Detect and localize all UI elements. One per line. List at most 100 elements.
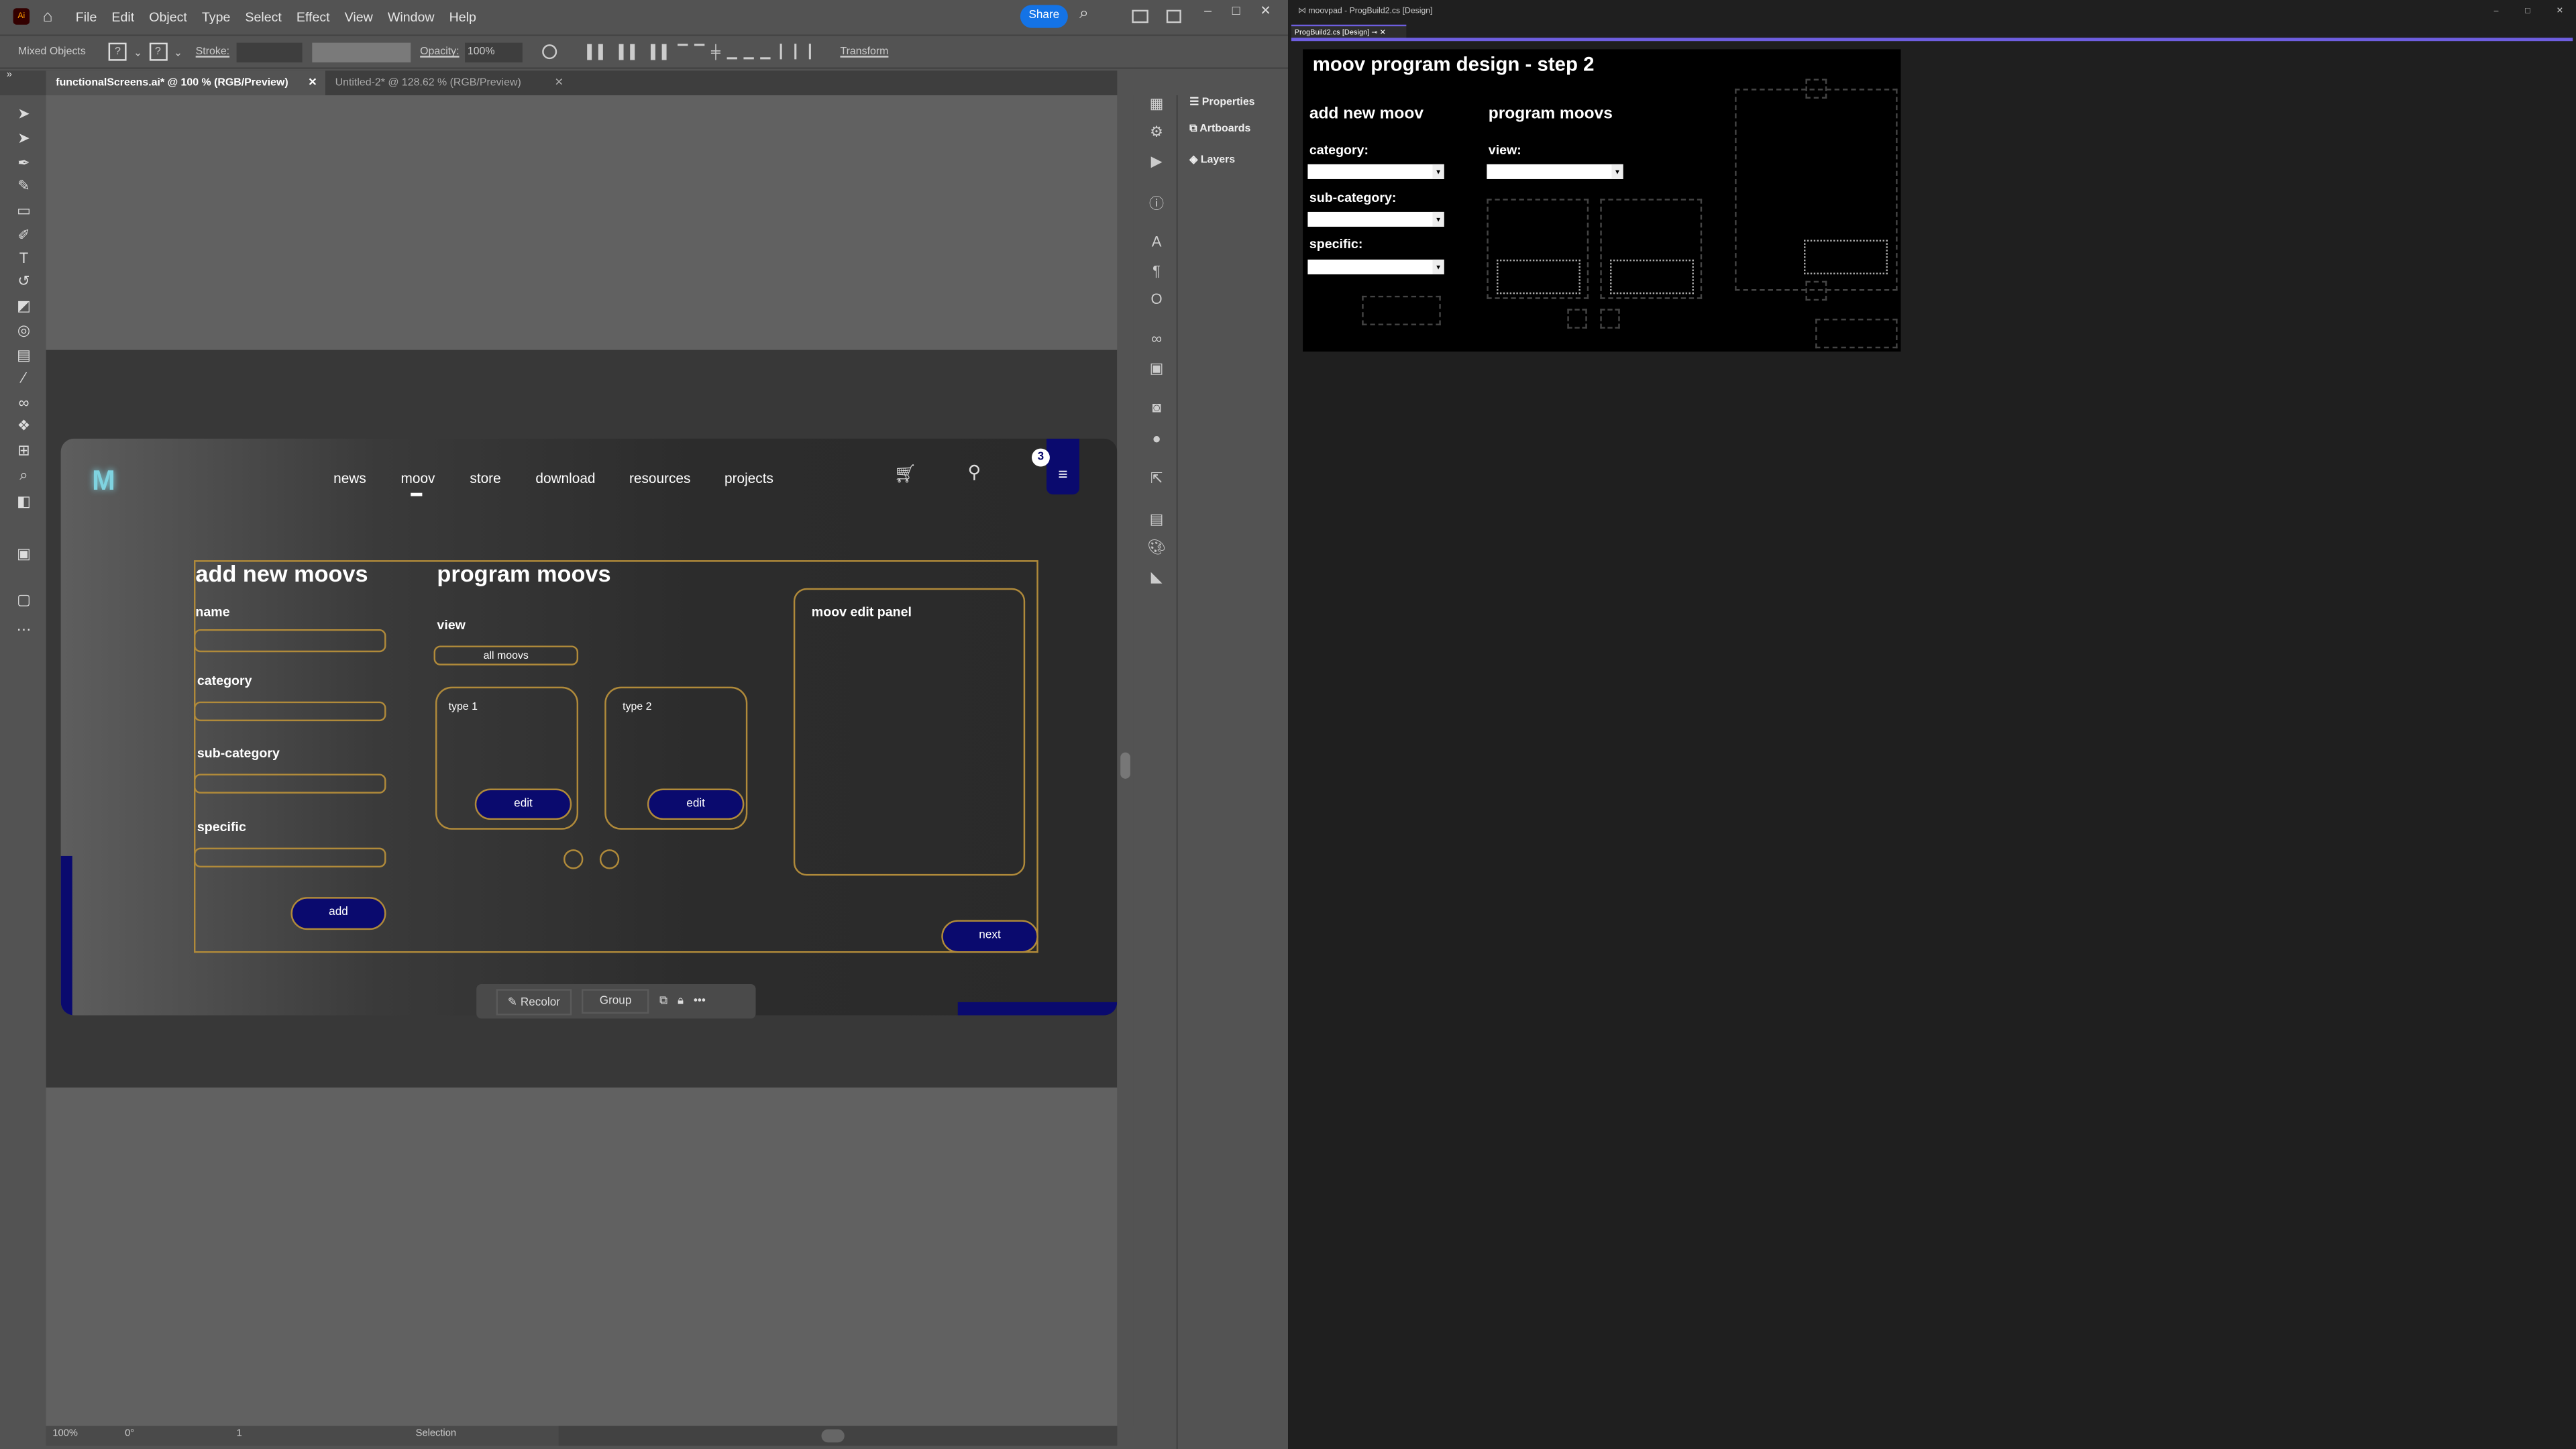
sub-category-dropdown[interactable] (193, 773, 386, 794)
vs-minimize-button[interactable]: – (2494, 0, 2499, 23)
appearance-icon[interactable]: ● (1146, 431, 1166, 447)
maximize-button[interactable]: □ (1232, 3, 1240, 18)
curvature-tool-icon[interactable]: ✎ (15, 177, 33, 193)
minimize-button[interactable]: – (1204, 3, 1212, 18)
play-icon[interactable]: ▶ (1146, 153, 1166, 171)
group-button[interactable]: Group (581, 989, 650, 1014)
prev-page-placeholder[interactable] (1567, 309, 1587, 329)
variable-width-dropdown[interactable] (311, 42, 411, 62)
add-button[interactable]: add (290, 897, 386, 930)
home-icon[interactable]: ⌂ (43, 7, 53, 25)
vs-close-button[interactable]: ✕ (2557, 0, 2563, 23)
designer-form[interactable]: moov program design - step 2 add new moo… (1303, 49, 1901, 352)
stroke-swatch[interactable]: ? (148, 42, 167, 61)
menu-file[interactable]: File (76, 9, 97, 23)
close-tab-icon[interactable]: ✕ (308, 70, 317, 95)
selection-tool-icon[interactable]: ➤ (15, 105, 33, 121)
opentype-icon[interactable]: O (1146, 290, 1166, 307)
menu-type[interactable]: Type (202, 9, 230, 23)
next-button-placeholder[interactable] (1815, 319, 1898, 349)
rectangle-tool-icon[interactable]: ▭ (15, 202, 33, 218)
canvas[interactable]: M news moov store download resources pro… (46, 95, 1118, 1426)
image-icon[interactable]: ▣ (1146, 360, 1166, 378)
more-tools-icon[interactable]: ⋯ (15, 621, 33, 637)
shape-builder-tool-icon[interactable]: ◎ (15, 322, 33, 338)
transform-link[interactable]: Transform (840, 46, 888, 58)
nav-news[interactable]: news (333, 470, 366, 486)
gradient-tool-icon[interactable]: ▤ (15, 347, 33, 363)
shape-icon[interactable]: ◙ (1146, 399, 1166, 415)
moov-card-type-2[interactable]: type 2 edit (604, 686, 748, 830)
nav-download[interactable]: download (535, 470, 595, 486)
category-dropdown[interactable] (193, 701, 386, 722)
draw-mode-icon[interactable]: ▣ (15, 545, 33, 561)
pen-tool-icon[interactable]: ✒ (15, 154, 33, 170)
website-mockup[interactable]: M news moov store download resources pro… (60, 438, 1118, 1016)
vertical-scrollbar[interactable] (1117, 95, 1134, 1426)
menu-view[interactable]: View (345, 9, 373, 23)
symbol-sprayer-icon[interactable]: ❖ (15, 417, 33, 433)
tab-untitled-2[interactable]: Untitled-2* @ 128.62 % (RGB/Preview) ✕ (325, 70, 572, 95)
opacity-input[interactable]: 100% (464, 42, 522, 62)
close-tab-icon[interactable]: ✕ (555, 70, 564, 95)
info-icon[interactable]: ⓘ (1146, 193, 1166, 214)
horizontal-scrollbar[interactable] (558, 1426, 1118, 1446)
cart-icon[interactable]: 🛒︎ (894, 464, 916, 484)
next-page-placeholder[interactable] (1600, 309, 1620, 329)
specific-dropdown[interactable] (193, 847, 386, 868)
eyedropper-tool-icon[interactable]: ⁄ (15, 370, 33, 386)
tab-functional-screens[interactable]: functionalScreens.ai* @ 100 % (RGB/Previ… (46, 70, 325, 96)
user-icon[interactable]: ⚲ (967, 462, 981, 483)
category-combobox[interactable]: ▼ (1307, 164, 1444, 179)
view-combobox[interactable]: ▼ (1487, 164, 1623, 179)
name-input[interactable] (193, 629, 386, 653)
vs-maximize-button[interactable]: □ (2525, 0, 2530, 23)
menu-edit[interactable]: Edit (111, 9, 134, 23)
edit-button[interactable]: edit (474, 788, 572, 820)
next-button[interactable]: next (941, 920, 1038, 953)
next-page-button[interactable] (599, 849, 620, 869)
card-panel-1[interactable] (1487, 199, 1589, 299)
artboard-number-input[interactable]: 1 (237, 1430, 242, 1440)
color-palette-icon[interactable]: 🎨︎ (1146, 539, 1166, 557)
screen-mode-icon[interactable]: ▢ (15, 592, 33, 608)
rotate-tool-icon[interactable]: ↺ (15, 273, 33, 289)
links-icon[interactable]: ∞ (1146, 330, 1166, 346)
panel-layers[interactable]: ◈ Layers (1189, 153, 1235, 166)
eraser-tool-icon[interactable]: ◩ (15, 297, 33, 313)
menu-button[interactable]: ≡ (1046, 438, 1079, 495)
nav-resources[interactable]: resources (629, 470, 690, 486)
workspace-icon[interactable] (1166, 9, 1181, 23)
toolbar-collapse[interactable]: » (0, 70, 46, 96)
view-dropdown[interactable]: all moovs (433, 645, 579, 665)
moov-edit-panel[interactable]: moov edit panel (793, 588, 1026, 876)
card-panel-2[interactable] (1600, 199, 1703, 299)
paragraph-icon[interactable]: ¶ (1146, 263, 1166, 279)
duplicate-icon[interactable]: ⧉ (659, 995, 667, 1008)
menu-object[interactable]: Object (149, 9, 187, 23)
nav-store[interactable]: store (470, 470, 500, 486)
fill-swatch[interactable]: ? (109, 42, 127, 61)
nav-projects[interactable]: projects (724, 470, 773, 486)
menu-effect[interactable]: Effect (297, 9, 330, 23)
arrange-documents-icon[interactable] (1132, 9, 1148, 23)
more-options-icon[interactable]: ••• (694, 996, 706, 1007)
opacity-label[interactable]: Opacity: (420, 46, 459, 58)
paintbrush-tool-icon[interactable]: ✐ (15, 227, 33, 243)
export-icon[interactable]: ⇱ (1146, 470, 1166, 488)
menu-select[interactable]: Select (245, 9, 281, 23)
menu-help[interactable]: Help (449, 9, 476, 23)
recolor-icon[interactable] (541, 44, 557, 60)
swatches-icon[interactable]: ▤ (1146, 511, 1166, 529)
close-button[interactable]: ✕ (1260, 3, 1271, 18)
type-tool-icon[interactable]: T (15, 250, 33, 266)
libraries-icon[interactable]: ▦ (1146, 95, 1166, 113)
stroke-label[interactable]: Stroke: (196, 46, 229, 58)
search-icon[interactable]: ⌕ (1079, 5, 1089, 23)
gradient-icon[interactable]: ◣ (1146, 568, 1166, 586)
add-button-placeholder[interactable] (1362, 295, 1441, 325)
specific-combobox[interactable]: ▼ (1307, 259, 1444, 274)
panel-properties[interactable]: ☰ Properties (1189, 95, 1254, 108)
moov-card-type-1[interactable]: type 1 edit (435, 686, 579, 830)
character-icon[interactable]: A (1146, 233, 1166, 250)
